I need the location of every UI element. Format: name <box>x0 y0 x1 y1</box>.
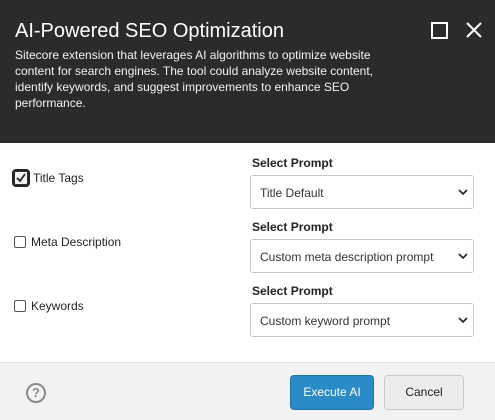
dialog-body: Title Tags Select Prompt Title Default M… <box>0 143 495 362</box>
keywords-prompt-label: Select Prompt <box>252 284 333 298</box>
select-value: Custom keyword prompt <box>260 314 391 328</box>
meta-description-checkbox[interactable] <box>14 236 26 248</box>
meta-description-option: Meta Description <box>14 234 121 250</box>
dialog-description: Sitecore extension that leverages AI alg… <box>15 48 374 110</box>
checkmark-icon <box>16 173 26 183</box>
maximize-button[interactable] <box>429 20 449 40</box>
execute-ai-button[interactable]: Execute AI <box>290 375 374 410</box>
chevron-down-icon <box>458 253 468 260</box>
keywords-checkbox[interactable] <box>14 300 26 312</box>
chevron-down-icon <box>458 189 468 196</box>
field-row-title-tags: Title Tags Select Prompt Title Default <box>0 146 495 210</box>
meta-description-prompt-select[interactable]: Custom meta description prompt <box>250 239 474 273</box>
close-button[interactable] <box>464 20 484 40</box>
field-row-keywords: Keywords Select Prompt Custom keyword pr… <box>0 274 495 338</box>
help-icon[interactable]: ? <box>26 383 46 403</box>
title-tags-prompt-select[interactable]: Title Default <box>250 175 474 209</box>
title-tags-option: Title Tags <box>12 169 84 187</box>
keywords-option: Keywords <box>14 298 84 314</box>
keywords-label: Keywords <box>31 299 84 313</box>
maximize-icon <box>431 22 448 39</box>
select-value: Custom meta description prompt <box>260 250 434 264</box>
dialog-footer: ? Execute AI Cancel <box>0 362 495 420</box>
chevron-down-icon <box>458 317 468 324</box>
select-value: Title Default <box>260 186 324 200</box>
seo-dialog: AI-Powered SEO Optimization Sitecore ext… <box>0 0 495 420</box>
close-icon <box>466 22 482 38</box>
title-tags-label: Title Tags <box>33 171 84 185</box>
keywords-prompt-select[interactable]: Custom keyword prompt <box>250 303 474 337</box>
meta-description-prompt-label: Select Prompt <box>252 220 333 234</box>
title-tags-checkbox[interactable] <box>12 169 30 187</box>
title-tags-prompt-label: Select Prompt <box>252 156 333 170</box>
cancel-button[interactable]: Cancel <box>384 375 464 410</box>
meta-description-label: Meta Description <box>31 235 122 249</box>
field-row-meta-description: Meta Description Select Prompt Custom me… <box>0 210 495 274</box>
dialog-header: AI-Powered SEO Optimization Sitecore ext… <box>0 0 495 143</box>
dialog-title: AI-Powered SEO Optimization <box>15 20 284 42</box>
